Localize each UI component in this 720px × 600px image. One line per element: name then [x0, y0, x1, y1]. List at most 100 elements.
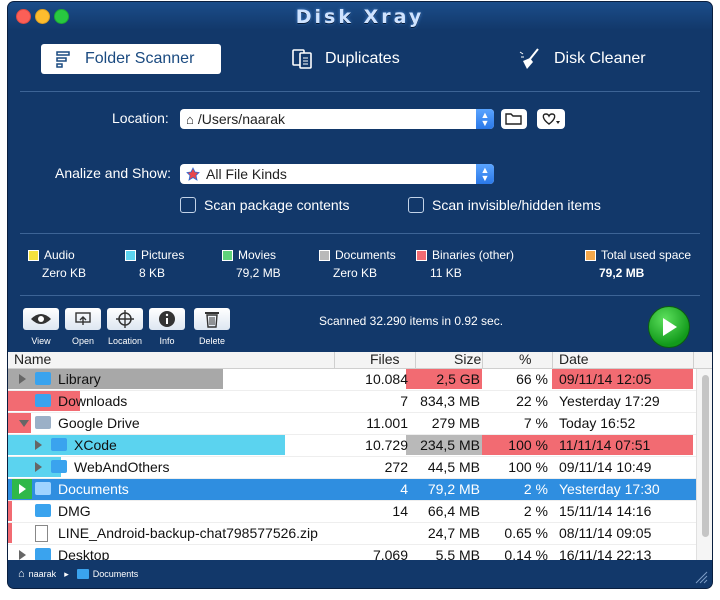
start-scan-button[interactable]: [648, 306, 690, 348]
stat-value: Zero KB: [42, 266, 87, 280]
usage-bar: [8, 523, 12, 543]
stat-label: Audio: [44, 248, 75, 262]
table-row[interactable]: WebAndOthers 272 44,5 MB 100 % 09/11/14 10:4…: [8, 457, 696, 479]
row-pct: 66 %: [516, 371, 548, 387]
chevron-right-icon: ▸: [64, 568, 69, 579]
documents-swatch: [319, 249, 330, 261]
row-pct: 100 %: [508, 459, 548, 475]
scan-package-checkbox[interactable]: Scan package contents: [180, 197, 350, 213]
table-row[interactable]: Google Drive 11.001 279 MB 7 % Today 16:52: [8, 413, 696, 435]
mode-disk-cleaner[interactable]: Disk Cleaner: [518, 44, 646, 74]
stat-label: Movies: [238, 248, 277, 262]
home-icon: ⌂: [18, 568, 25, 580]
row-date: 15/11/14 14:16: [559, 503, 652, 519]
table-row[interactable]: Library 10.084 2,5 GB 66 % 09/11/14 12:05: [8, 369, 696, 391]
file-kind-value: All File Kinds: [206, 166, 287, 182]
row-size: 834,3 MB: [420, 393, 480, 409]
row-size: 2,5 GB: [436, 371, 480, 387]
table-row[interactable]: XCode 10.729 234,5 MB 100 % 11/11/14 07:51: [8, 435, 696, 457]
row-size: 24,7 MB: [427, 525, 480, 541]
delete-button[interactable]: Delete: [193, 308, 231, 346]
stat-total: Total used space 79,2 MB: [585, 248, 691, 280]
app-logo: Disk Xray: [295, 6, 425, 28]
location-value: /Users/naarak: [197, 111, 286, 127]
row-date: 09/11/14 10:49: [559, 459, 652, 475]
usage-bar: [8, 435, 285, 455]
disclosure-closed-icon[interactable]: [35, 440, 42, 450]
scan-hidden-checkbox[interactable]: Scan invisible/hidden items: [408, 197, 601, 213]
row-date: Today 16:52: [559, 415, 636, 431]
row-pct: 0.65 %: [504, 525, 548, 541]
header-name[interactable]: Name: [14, 351, 51, 367]
choose-folder-button[interactable]: [501, 109, 527, 129]
zip-file-icon: [35, 525, 48, 542]
stat-label: Total used space: [601, 248, 692, 262]
disclosure-closed-icon[interactable]: [19, 550, 26, 560]
disclosure-open-icon[interactable]: [19, 420, 29, 427]
disclosure-closed-icon[interactable]: [19, 374, 26, 384]
divider: [20, 233, 700, 234]
folder-open-icon: [505, 113, 522, 125]
favorites-button[interactable]: [537, 109, 565, 129]
stat-value: 79,2 MB: [236, 266, 281, 280]
table-row[interactable]: LINE_Android-backup-chat798577526.zip 24,…: [8, 523, 696, 545]
row-pct: 2 %: [523, 481, 548, 497]
view-button[interactable]: View: [22, 308, 60, 346]
disclosure-closed-icon[interactable]: [35, 462, 42, 472]
location-field[interactable]: ⌂ /Users/naarak ▲ ▼: [180, 109, 494, 129]
row-name: LINE_Android-backup-chat798577526.zip: [58, 525, 318, 541]
column-separator[interactable]: [552, 352, 553, 368]
mode-duplicates[interactable]: Duplicates: [291, 44, 400, 74]
column-separator[interactable]: [415, 352, 416, 368]
file-kind-popup-arrows[interactable]: ▲ ▼: [476, 164, 494, 184]
stat-binaries: Binaries (other) 11 KB: [416, 248, 514, 280]
header-files[interactable]: Files: [370, 351, 400, 367]
vertical-scrollbar[interactable]: [696, 369, 712, 560]
divider: [20, 91, 700, 92]
table-header: Name Files Size % Date: [8, 351, 712, 369]
location-popup-arrows[interactable]: ▲ ▼: [476, 109, 494, 129]
trash-icon: [205, 312, 219, 328]
row-date: 11/11/14 07:51: [559, 437, 651, 453]
disclosure-closed-icon[interactable]: [19, 484, 26, 494]
checkbox-box[interactable]: [408, 197, 424, 213]
stat-pictures: Pictures 8 KB: [125, 248, 184, 280]
checkbox-box[interactable]: [180, 197, 196, 213]
play-icon: [663, 318, 677, 336]
toolbar-label: Info: [159, 336, 175, 346]
breadcrumb-item[interactable]: Documents: [93, 569, 139, 579]
row-name: Documents: [58, 481, 129, 497]
row-files: 272: [384, 459, 408, 475]
open-button[interactable]: Open: [64, 308, 102, 346]
table-row[interactable]: Downloads 7 834,3 MB 22 % Yesterday 17:29: [8, 391, 696, 413]
table-body: Library 10.084 2,5 GB 66 % 09/11/14 12:05 Dow…: [8, 369, 696, 567]
stat-value: 8 KB: [139, 266, 166, 280]
divider: [20, 295, 700, 296]
header-size[interactable]: Size: [454, 351, 481, 367]
column-separator[interactable]: [482, 352, 483, 368]
header-pct[interactable]: %: [519, 351, 531, 367]
stat-audio: Audio Zero KB: [28, 248, 86, 280]
row-pct: 7 %: [523, 415, 548, 431]
header-date[interactable]: Date: [559, 351, 589, 367]
toolbar-label: Location: [107, 336, 143, 346]
stat-documents: Documents Zero KB: [319, 248, 396, 280]
row-name: XCode: [74, 437, 117, 453]
column-separator[interactable]: [334, 352, 335, 368]
column-separator[interactable]: [693, 352, 694, 368]
location-button[interactable]: Location: [106, 308, 144, 346]
folder-icon: [51, 438, 67, 451]
folder-icon: [35, 482, 51, 495]
heart-icon: [542, 113, 560, 125]
table-row[interactable]: DMG 14 66,4 MB 2 % 15/11/14 14:16: [8, 501, 696, 523]
breadcrumb-item[interactable]: naarak: [29, 569, 57, 579]
file-kind-select[interactable]: All File Kinds ▲ ▼: [180, 164, 494, 184]
info-icon: [159, 311, 175, 327]
info-button[interactable]: Info: [148, 308, 186, 346]
scrollbar-thumb[interactable]: [702, 375, 709, 537]
movies-swatch: [222, 249, 233, 261]
table-row[interactable]: Documents 4 79,2 MB 2 % Yesterday 17:30: [8, 479, 696, 501]
folder-icon: [35, 394, 51, 407]
mode-folder-scanner[interactable]: Folder Scanner: [41, 44, 221, 74]
resize-grip-icon[interactable]: [694, 570, 708, 584]
